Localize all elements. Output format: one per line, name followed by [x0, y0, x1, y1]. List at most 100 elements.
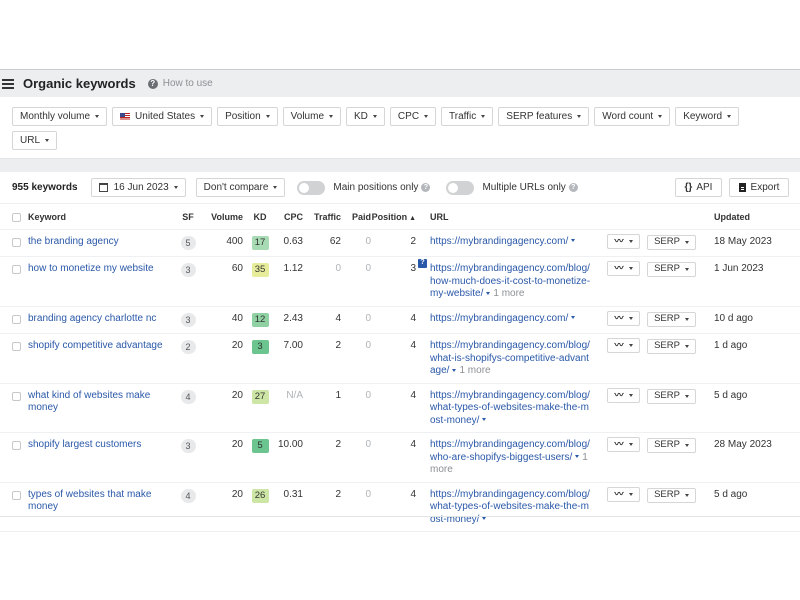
table-row: what kind of websites make money 4 20 27… [0, 383, 800, 433]
code-braces-icon: {} [684, 182, 693, 193]
filter-cpc[interactable]: CPC [389, 107, 437, 126]
filter-united-states[interactable]: United States [112, 107, 213, 126]
traffic-value: 62 [305, 229, 341, 257]
more-urls-link[interactable]: 1 more [459, 365, 490, 376]
cpc-value: 0.63 [271, 229, 305, 257]
serp-label: SERP [654, 312, 680, 324]
serp-button[interactable]: SERP [647, 339, 696, 354]
col-updated[interactable]: Updated [704, 206, 800, 230]
col-keyword[interactable]: Keyword [28, 206, 174, 230]
filter-traffic[interactable]: Traffic [441, 107, 494, 126]
serp-note-icon[interactable]: ? [418, 259, 427, 268]
col-cpc[interactable]: CPC [271, 206, 305, 230]
table-row: how to monetize my website 3 60 35 1.12 … [0, 256, 800, 307]
col-position-label: Position [371, 212, 408, 223]
position-value: 3 [371, 256, 416, 307]
chevron-down-icon [628, 393, 633, 397]
url-link[interactable]: https://mybrandingagency.com/ [430, 236, 568, 247]
url-dropdown-icon[interactable] [452, 368, 457, 372]
keyword-link[interactable]: types of websites that make money [28, 489, 151, 513]
row-checkbox[interactable] [12, 314, 21, 324]
trend-chart-button[interactable]: 〰 [607, 310, 640, 326]
row-checkbox[interactable] [12, 265, 21, 274]
sf-badge[interactable]: 3 [180, 263, 196, 277]
serp-button[interactable]: SERP [647, 388, 696, 404]
how-to-use-link[interactable]: How to use [163, 78, 213, 89]
url-dropdown-icon[interactable] [571, 316, 576, 320]
compare-dropdown[interactable]: Don't compare [195, 178, 286, 197]
row-checkbox[interactable] [12, 342, 21, 351]
kd-badge: 3 [251, 340, 269, 354]
filter-keyword[interactable]: Keyword [675, 107, 740, 126]
info-icon[interactable]: ? [568, 183, 578, 192]
url-dropdown-icon[interactable] [571, 239, 576, 243]
keyword-link[interactable]: what kind of websites make money [28, 390, 150, 414]
col-position[interactable]: Position ▲ [371, 206, 416, 230]
url-dropdown-icon[interactable] [482, 517, 487, 521]
date-picker[interactable]: 16 Jun 2023 [90, 178, 186, 197]
row-checkbox[interactable] [12, 391, 21, 401]
trend-line-icon: 〰 [614, 340, 624, 351]
col-kd[interactable]: KD [243, 206, 271, 230]
url-link[interactable]: https://mybrandingagency.com/ [430, 313, 568, 324]
api-button[interactable]: {} API [675, 178, 722, 197]
help-icon[interactable]: ? [147, 78, 158, 89]
main-positions-toggle[interactable] [297, 180, 326, 195]
col-paid[interactable]: Paid [341, 206, 371, 230]
url-link[interactable]: https://mybrandingagency.com/blog/who-ar… [430, 439, 590, 463]
sf-badge[interactable]: 4 [180, 389, 196, 404]
multiple-urls-toggle[interactable] [446, 180, 475, 195]
filter-monthly-volume[interactable]: Monthly volume [12, 107, 108, 126]
filter-volume[interactable]: Volume [282, 107, 342, 126]
col-traffic[interactable]: Traffic [305, 206, 341, 230]
keyword-link[interactable]: branding agency charlotte nc [28, 313, 156, 324]
cpc-value: 10.00 [271, 432, 305, 483]
row-checkbox[interactable] [12, 237, 21, 247]
filter-serp-features[interactable]: SERP features [498, 107, 590, 126]
serp-button[interactable]: SERP [647, 311, 696, 327]
page-header: Organic keywords ? How to use [0, 69, 800, 97]
trend-chart-button[interactable]: 〰 [607, 338, 640, 353]
multiple-urls-label: Multiple URLs only [482, 182, 566, 193]
filter-position[interactable]: Position [217, 107, 278, 126]
export-button[interactable]: Export [729, 178, 789, 197]
sf-badge[interactable]: 3 [180, 312, 196, 327]
keyword-link[interactable]: the branding agency [28, 236, 119, 247]
sf-badge[interactable]: 5 [180, 235, 196, 250]
row-checkbox[interactable] [12, 490, 21, 500]
select-all-checkbox[interactable] [12, 213, 21, 223]
url-dropdown-icon[interactable] [486, 291, 491, 295]
filter-word-count[interactable]: Word count [594, 107, 671, 126]
filter-url[interactable]: URL [12, 131, 58, 150]
more-urls-link[interactable]: 1 more [493, 288, 524, 299]
trend-chart-button[interactable]: 〰 [607, 486, 640, 502]
sf-badge[interactable]: 2 [180, 340, 196, 354]
keyword-link[interactable]: shopify competitive advantage [28, 340, 163, 351]
col-volume[interactable]: Volume [202, 206, 243, 230]
sf-badge[interactable]: 4 [180, 488, 196, 503]
filter-kd[interactable]: KD [346, 107, 385, 126]
paid-value: 0 [341, 432, 371, 483]
url-dropdown-icon[interactable] [575, 455, 580, 459]
date-value: 16 Jun 2023 [113, 182, 169, 193]
row-checkbox[interactable] [12, 441, 21, 450]
col-sf[interactable]: SF [174, 206, 202, 230]
serp-button[interactable]: SERP [647, 438, 696, 453]
serp-button[interactable]: SERP [647, 262, 696, 277]
keyword-link[interactable]: how to monetize my website [28, 263, 154, 274]
serp-button[interactable]: SERP [647, 234, 696, 250]
url-link[interactable]: https://mybrandingagency.com/blog/what-t… [430, 489, 590, 525]
col-url[interactable]: URL [430, 206, 607, 230]
trend-chart-button[interactable]: 〰 [607, 261, 640, 276]
trend-chart-button[interactable]: 〰 [607, 233, 640, 249]
trend-chart-button[interactable]: 〰 [607, 437, 640, 452]
filter-label: KD [354, 111, 368, 122]
serp-button[interactable]: SERP [647, 487, 696, 503]
menu-icon[interactable] [2, 78, 14, 89]
sf-badge[interactable]: 3 [180, 439, 196, 453]
info-icon[interactable]: ? [421, 183, 431, 192]
trend-chart-button[interactable]: 〰 [607, 387, 640, 403]
url-dropdown-icon[interactable] [482, 418, 487, 422]
keyword-link[interactable]: shopify largest customers [28, 439, 141, 450]
url-link[interactable]: https://mybrandingagency.com/blog/what-t… [430, 390, 590, 426]
